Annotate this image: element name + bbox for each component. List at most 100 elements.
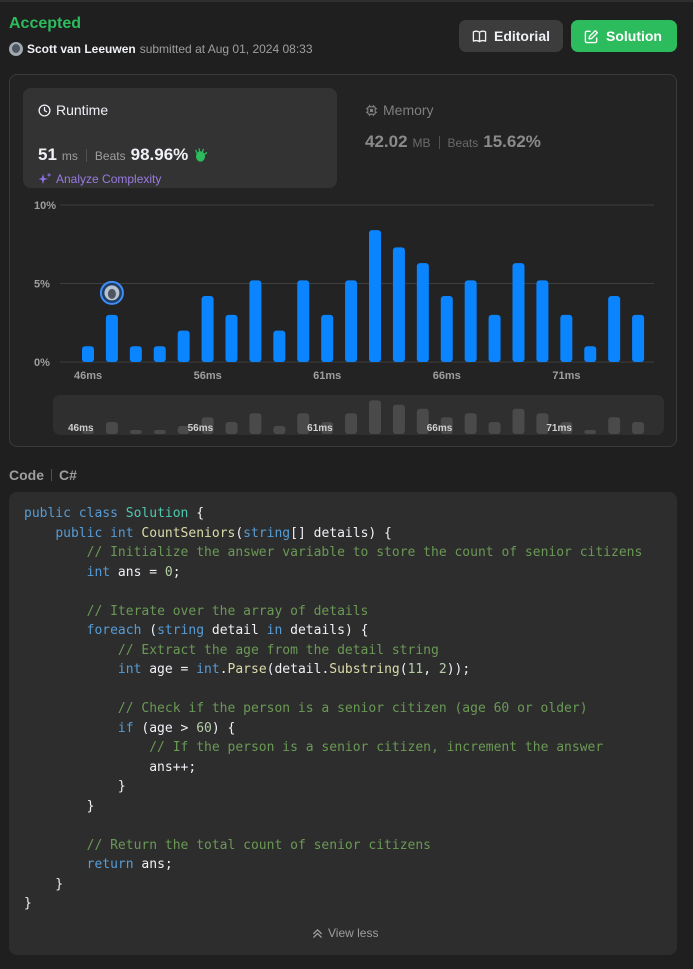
analyze-complexity-button[interactable]: Analyze Complexity (38, 172, 161, 186)
submitted-text: submitted at Aug 01, 2024 08:33 (139, 42, 313, 56)
code-token: ans = (110, 564, 165, 580)
chart-bar (584, 346, 597, 362)
code-token: string (157, 623, 205, 638)
code-token: (detail. (266, 662, 330, 677)
chart-bar (440, 296, 453, 362)
code-token: 2 (438, 662, 447, 677)
chart-overview-x-label: 61ms (307, 423, 333, 434)
runtime-value: 51 (38, 145, 57, 164)
editorial-button[interactable]: Editorial (459, 20, 563, 52)
memory-beats-value: 15.62% (483, 132, 541, 151)
clap-icon (195, 147, 208, 162)
chart-x-tick-label: 56ms (194, 370, 222, 382)
chart-overview-bar (225, 422, 238, 434)
code-token: 11 (407, 662, 424, 677)
runtime-separator (85, 148, 87, 162)
code-token: ans++; (24, 759, 197, 775)
view-less-button[interactable]: View less (311, 926, 378, 940)
chart-overview-bar (584, 430, 597, 434)
runtime-unit: ms (61, 149, 78, 163)
code-token: // Check if the person is a senior citiz… (117, 701, 588, 716)
book-icon (472, 30, 487, 42)
memory-metric: 42.02 MB Beats 15.62% (365, 132, 541, 152)
chart-overview-bar (369, 400, 381, 434)
chart-overview-bar (488, 422, 501, 434)
chart-bar (632, 314, 645, 362)
code-token: // If the person is a senior citizen, in… (149, 740, 604, 755)
code-token: int (86, 564, 111, 580)
code-token: return (86, 857, 134, 872)
code-label: Code (9, 467, 44, 483)
code-token: Substring (329, 662, 400, 677)
code-token: )); (446, 662, 471, 677)
chart-x-tick-label: 46ms (74, 370, 102, 382)
performance-panel: Runtime 51 ms Beats 98.96% Analyze Compl… (9, 74, 677, 447)
code-token: // Return the total count of senior citi… (86, 837, 431, 853)
runtime-card[interactable]: Runtime 51 ms Beats 98.96% Analyze Compl… (23, 88, 337, 188)
clock-icon (38, 103, 51, 117)
user-name-link[interactable]: Scott van Leeuwen (27, 42, 136, 56)
memory-title-text: Memory (383, 102, 434, 118)
solution-button[interactable]: Solution (571, 20, 677, 52)
code-label-separator (51, 469, 52, 481)
chart-overview-bar (608, 417, 621, 434)
chip-icon (365, 104, 378, 116)
avatar[interactable] (9, 42, 23, 56)
chart-bar (129, 346, 142, 362)
code-token: if (117, 720, 134, 736)
code-token: } (24, 876, 64, 892)
code-token: int (196, 662, 220, 677)
code-token: // Extract the age from the detail strin… (117, 642, 439, 658)
code-token: Solution (125, 506, 189, 521)
runtime-beats-label: Beats (94, 149, 126, 163)
edit-icon (584, 29, 599, 43)
code-token: ) { (211, 720, 236, 736)
chart-overview-x-label: 46ms (68, 423, 94, 434)
code-token: // Iterate over the array of details (86, 603, 369, 619)
chart-bar (225, 314, 238, 362)
chart-x-tick-label: 71ms (552, 370, 580, 382)
code-token: } (24, 779, 126, 794)
chart-overview-bar (512, 408, 525, 434)
chart-bar (512, 263, 525, 362)
memory-unit: MB (412, 136, 431, 150)
code-token: } (24, 798, 95, 814)
code-token: foreach (86, 623, 142, 638)
memory-separator (438, 135, 440, 149)
code-token: // Initialize the answer variable to sto… (86, 545, 643, 560)
runtime-distribution-chart[interactable]: 10% 5% 0% 46ms 56ms 61ms 66ms 71ms 46ms 56ms 61ms 6… (10, 195, 676, 440)
chart-bar (488, 314, 501, 362)
chart-overview-bar (249, 413, 262, 434)
memory-beats-label: Beats (447, 136, 479, 150)
chart-bar (369, 230, 381, 362)
code-token: , (423, 662, 439, 677)
code-token: [] details) { (290, 525, 392, 541)
code-content: public class Solution { public int Count… (24, 504, 642, 914)
view-less-label: View less (328, 926, 379, 940)
code-token: CountSeniors (141, 525, 236, 541)
memory-title: Memory (365, 102, 434, 118)
memory-card[interactable]: Memory (365, 102, 434, 118)
editorial-label: Editorial (493, 28, 550, 44)
code-token: . (219, 662, 228, 677)
chart-y-tick-label: 0% (34, 357, 50, 369)
code-language: C# (59, 467, 77, 483)
chart-bar (392, 247, 405, 362)
code-token: in (266, 623, 283, 638)
chart-y-tick-label: 10% (34, 200, 56, 212)
chart-bar (560, 314, 573, 362)
code-token: detail (204, 623, 267, 638)
chart-bar (273, 330, 286, 362)
code-token: details) { (282, 623, 369, 638)
chart-x-tick-label: 61ms (313, 370, 341, 382)
code-token: ans; (133, 857, 173, 872)
code-token: Parse (227, 662, 267, 677)
